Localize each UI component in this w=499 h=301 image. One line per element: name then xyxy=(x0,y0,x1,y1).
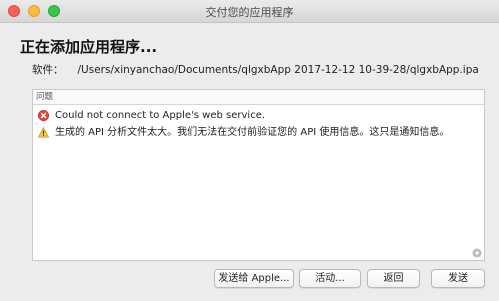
software-label: 软件： xyxy=(32,64,64,76)
issue-text: Could not connect to Apple's web service… xyxy=(55,110,266,121)
error-icon xyxy=(38,110,49,121)
warning-icon xyxy=(38,127,49,138)
software-info: 软件： /Users/xinyanchao/Documents/qlgxbApp … xyxy=(32,62,479,77)
zoom-icon[interactable] xyxy=(472,248,482,258)
send-to-apple-button[interactable]: 发送给 Apple... xyxy=(214,269,294,288)
activity-button[interactable]: 活动... xyxy=(299,269,361,288)
issue-text: 生成的 API 分析文件太大。我们无法在交付前验证您的 API 使用信息。这只是… xyxy=(55,127,450,138)
page-heading: 正在添加应用程序... xyxy=(20,38,158,56)
issues-panel[interactable]: 问题 Could not connect to Apple's web serv… xyxy=(32,89,485,261)
issue-row-error[interactable]: Could not connect to Apple's web service… xyxy=(33,107,484,124)
software-path: /Users/xinyanchao/Documents/qlgxbApp 201… xyxy=(77,64,479,76)
send-button[interactable]: 发送 xyxy=(431,269,485,288)
deliver-app-window: 交付您的应用程序 正在添加应用程序... 软件： /Users/xinyancha… xyxy=(0,0,499,301)
issue-row-warning[interactable]: 生成的 API 分析文件太大。我们无法在交付前验证您的 API 使用信息。这只是… xyxy=(33,124,484,141)
title-bar: 交付您的应用程序 xyxy=(0,0,499,23)
issues-header: 问题 xyxy=(33,90,484,105)
window-title: 交付您的应用程序 xyxy=(205,6,294,19)
back-button[interactable]: 返回 xyxy=(367,269,420,288)
